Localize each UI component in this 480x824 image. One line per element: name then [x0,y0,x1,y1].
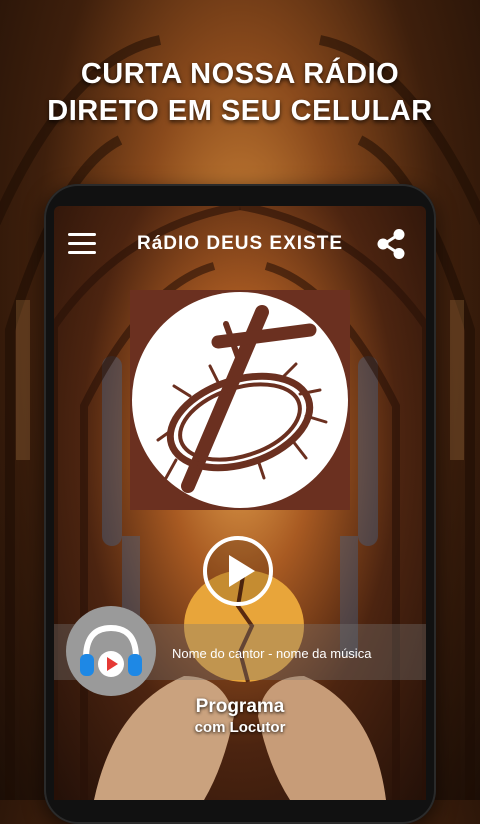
promo-line-1: CURTA NOSSA RÁDIO [80,58,400,90]
app-topbar: RáDIO DEUS EXISTE [54,206,426,284]
program-avatar[interactable] [66,606,156,696]
program-info: Programa com Locutor [54,696,426,736]
promo-headline: CURTA NOSSA RÁDIO DIRETO EM SEU CELULAR [0,56,480,130]
program-title: Programa [195,696,285,717]
radio-logo [130,290,350,510]
program-host: com Locutor [194,719,286,736]
crown-of-thorns-cross-icon [132,292,348,508]
play-button[interactable] [203,536,273,606]
play-icon [229,555,255,587]
share-icon[interactable] [376,228,406,260]
song-title: Nome do cantor - nome da música [172,646,372,661]
app-screen: RáDIO DEUS EXISTE Nome do cantor - nome … [54,206,426,800]
headphones-play-icon [80,624,142,677]
app-title: RáDIO DEUS EXISTE [137,233,343,254]
promo-line-2: DIRETO EM SEU CELULAR [47,95,433,127]
